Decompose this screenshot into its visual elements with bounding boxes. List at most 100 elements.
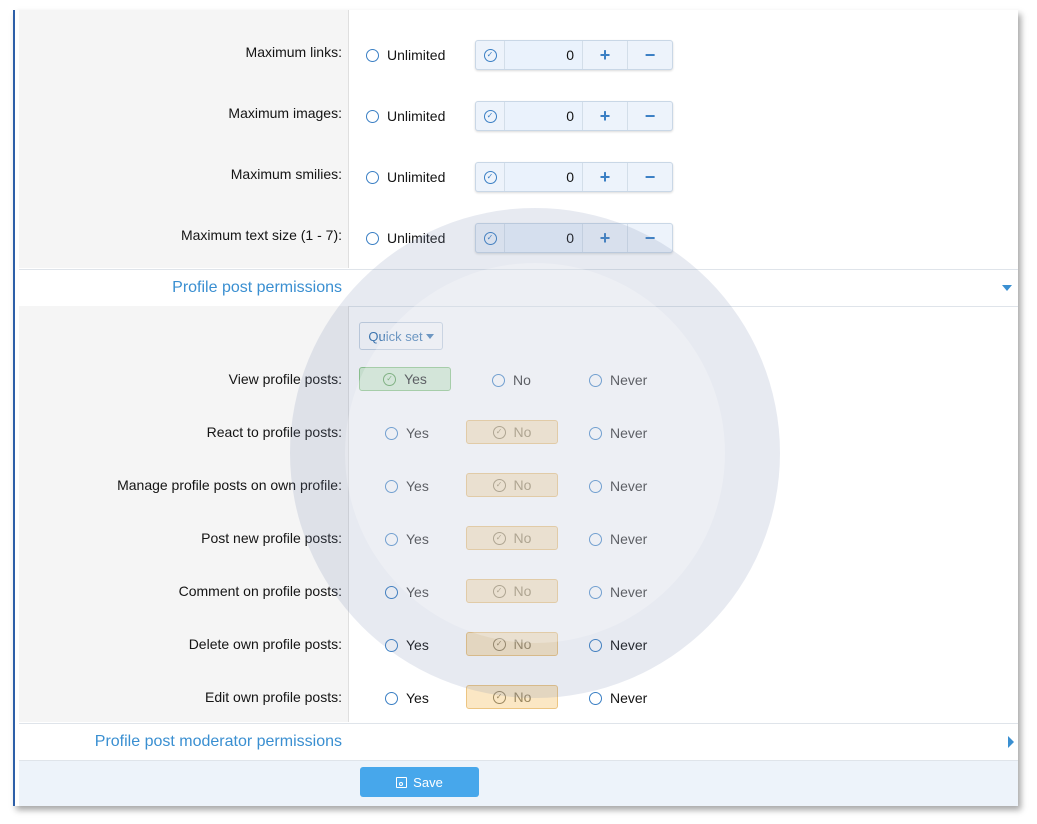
max-smilies-unlimited-option[interactable]: Unlimited (366, 169, 445, 185)
radio-icon[interactable] (589, 479, 602, 493)
max-smilies-stepper[interactable]: ✓ 0 + − (475, 162, 673, 192)
view-profile-posts-no[interactable]: No (492, 372, 531, 388)
option-label: No (513, 477, 532, 493)
max-text-size-label: Maximum text size (1 - 7): (180, 227, 342, 243)
section-title[interactable]: Profile post permissions (172, 279, 342, 297)
check-circle-icon: ✓ (483, 170, 497, 184)
permissions-panel: Maximum links: Unlimited ✓ 0 + − Maximum… (13, 10, 1018, 806)
decrement-button[interactable]: − (627, 41, 672, 69)
increment-button[interactable]: + (582, 224, 627, 252)
radio-icon[interactable] (589, 532, 602, 546)
radio-icon[interactable] (589, 585, 602, 599)
manage-profile-posts-never[interactable]: Never (589, 478, 647, 494)
quick-set-button[interactable]: Quick set (359, 322, 443, 350)
max-images-stepper[interactable]: ✓ 0 + − (475, 101, 673, 131)
radio-icon[interactable] (589, 373, 602, 387)
option-label: Yes (406, 637, 429, 653)
manage-profile-posts-no[interactable]: ✓ No (466, 473, 558, 497)
unlimited-label: Unlimited (387, 169, 446, 185)
option-label: No (513, 583, 532, 599)
option-label: Never (610, 478, 648, 494)
delete-own-profile-posts-never[interactable]: Never (589, 637, 647, 653)
radio-icon[interactable] (589, 691, 602, 705)
manage-profile-posts-yes[interactable]: Yes (385, 478, 429, 494)
option-label: Never (610, 425, 648, 441)
radio-icon[interactable] (385, 426, 398, 440)
increment-button[interactable]: + (582, 102, 627, 130)
comment-profile-posts-no[interactable]: ✓ No (466, 579, 558, 603)
delete-own-profile-posts-no[interactable]: ✓ No (466, 632, 558, 656)
check-circle-icon: ✓ (483, 231, 497, 245)
caret-right-icon[interactable] (1008, 736, 1014, 748)
post-new-profile-posts-yes[interactable]: Yes (385, 531, 429, 547)
limit-enable-toggle[interactable]: ✓ (476, 163, 505, 191)
check-circle-icon: ✓ (383, 372, 397, 386)
decrement-button[interactable]: − (627, 102, 672, 130)
radio-icon[interactable] (385, 691, 398, 705)
caret-down-icon[interactable] (1002, 285, 1012, 291)
max-text-size-unlimited-option[interactable]: Unlimited (366, 230, 445, 246)
permissions-label-column (19, 306, 349, 722)
view-profile-posts-yes[interactable]: ✓ Yes (359, 367, 451, 391)
radio-icon[interactable] (589, 638, 602, 652)
check-circle-icon: ✓ (492, 584, 506, 598)
view-profile-posts-never[interactable]: Never (589, 372, 647, 388)
radio-icon[interactable] (385, 638, 398, 652)
radio-icon[interactable] (385, 532, 398, 546)
react-profile-posts-never[interactable]: Never (589, 425, 647, 441)
unlimited-label: Unlimited (387, 230, 446, 246)
option-label: Never (610, 584, 648, 600)
max-links-stepper[interactable]: ✓ 0 + − (475, 40, 673, 70)
radio-icon[interactable] (366, 48, 379, 62)
limit-enable-toggle[interactable]: ✓ (476, 41, 505, 69)
radio-icon[interactable] (492, 373, 505, 387)
react-profile-posts-no[interactable]: ✓ No (466, 420, 558, 444)
increment-button[interactable]: + (582, 41, 627, 69)
radio-icon[interactable] (385, 479, 398, 493)
section-title[interactable]: Profile post moderator permissions (95, 733, 342, 751)
option-label: No (513, 424, 532, 440)
save-button[interactable]: Save (360, 767, 479, 797)
option-label: Never (610, 690, 648, 706)
option-label: Yes (406, 690, 429, 706)
max-images-value[interactable]: 0 (505, 102, 582, 130)
decrement-button[interactable]: − (627, 224, 672, 252)
radio-icon[interactable] (385, 585, 398, 599)
moderator-permissions-header[interactable]: Profile post moderator permissions (19, 723, 1018, 761)
save-icon (396, 776, 408, 788)
edit-own-profile-posts-yes[interactable]: Yes (385, 690, 429, 706)
comment-profile-posts-never[interactable]: Never (589, 584, 647, 600)
radio-icon[interactable] (366, 231, 379, 245)
form-footer (19, 760, 1018, 806)
limit-enable-toggle[interactable]: ✓ (476, 102, 505, 130)
max-smilies-value[interactable]: 0 (505, 163, 582, 191)
post-new-profile-posts-label: Post new profile posts: (201, 530, 342, 546)
max-links-value[interactable]: 0 (505, 41, 582, 69)
increment-button[interactable]: + (582, 163, 627, 191)
option-label: Yes (406, 584, 429, 600)
post-new-profile-posts-no[interactable]: ✓ No (466, 526, 558, 550)
comment-profile-posts-yes[interactable]: Yes (385, 584, 429, 600)
check-circle-icon: ✓ (492, 637, 506, 651)
max-images-unlimited-option[interactable]: Unlimited (366, 108, 445, 124)
chevron-down-icon (425, 334, 434, 339)
profile-post-permissions-header[interactable]: Profile post permissions (19, 269, 1018, 307)
max-text-size-value[interactable]: 0 (505, 224, 582, 252)
limit-enable-toggle[interactable]: ✓ (476, 224, 505, 252)
check-circle-icon: ✓ (492, 531, 506, 545)
radio-icon[interactable] (366, 170, 379, 184)
edit-own-profile-posts-label: Edit own profile posts: (205, 689, 342, 705)
radio-icon[interactable] (589, 426, 602, 440)
max-links-unlimited-option[interactable]: Unlimited (366, 47, 445, 63)
edit-own-profile-posts-no[interactable]: ✓ No (466, 685, 558, 709)
radio-icon[interactable] (366, 109, 379, 123)
edit-own-profile-posts-never[interactable]: Never (589, 690, 647, 706)
react-profile-posts-yes[interactable]: Yes (385, 425, 429, 441)
delete-own-profile-posts-label: Delete own profile posts: (188, 636, 342, 652)
post-new-profile-posts-never[interactable]: Never (589, 531, 647, 547)
option-label: Yes (406, 531, 429, 547)
max-text-size-stepper[interactable]: ✓ 0 + − (475, 223, 673, 253)
decrement-button[interactable]: − (627, 163, 672, 191)
delete-own-profile-posts-yes[interactable]: Yes (385, 637, 429, 653)
check-circle-icon: ✓ (492, 690, 506, 704)
